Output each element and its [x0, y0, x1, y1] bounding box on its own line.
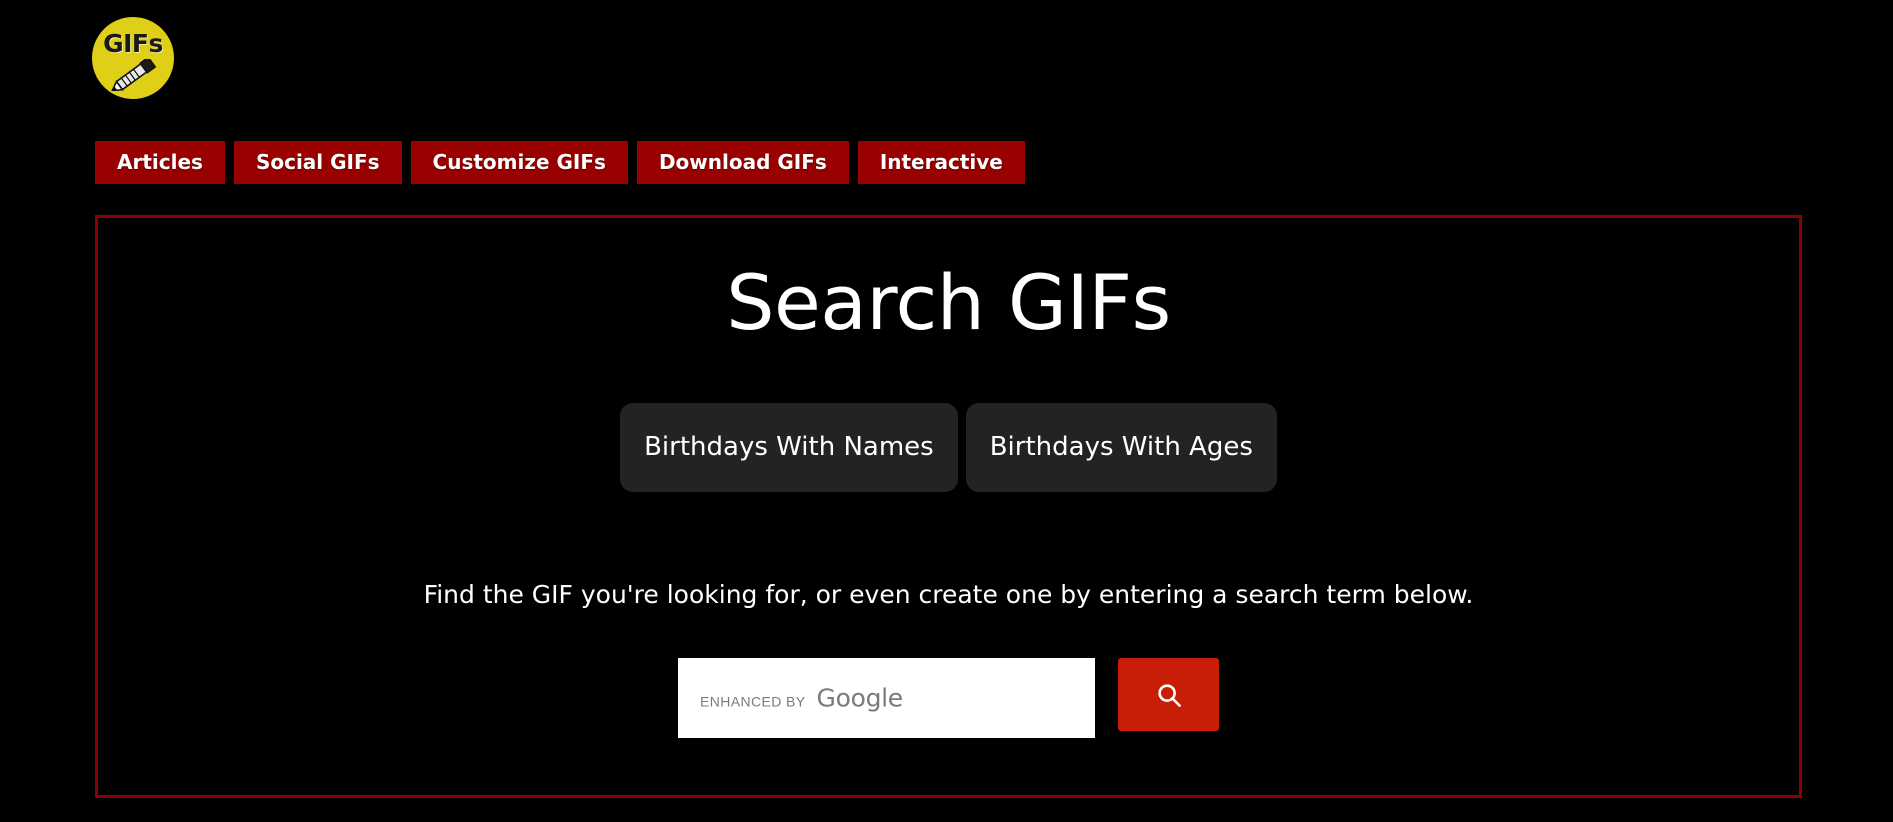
logo-label: GIFs: [103, 29, 163, 58]
search-input[interactable]: [678, 658, 1095, 738]
search-submit-button[interactable]: [1118, 658, 1219, 731]
page-root: GIFs Articles Social GIFs Customize GIFs…: [0, 0, 1893, 822]
logo-circle: GIFs: [92, 17, 174, 99]
pencil-icon: [110, 59, 157, 91]
nav-item-articles[interactable]: Articles: [95, 141, 225, 184]
nav-item-social-gifs[interactable]: Social GIFs: [233, 141, 402, 184]
nav-item-customize-gifs[interactable]: Customize GIFs: [410, 141, 628, 184]
site-logo[interactable]: GIFs: [92, 17, 174, 99]
search-panel: Search GIFs Birthdays With Names Birthda…: [95, 215, 1802, 798]
main-navigation: Articles Social GIFs Customize GIFs Down…: [95, 141, 1025, 184]
page-title: Search GIFs: [726, 258, 1171, 347]
pill-birthdays-with-names[interactable]: Birthdays With Names: [620, 403, 958, 492]
nav-item-interactive[interactable]: Interactive: [857, 141, 1025, 184]
search-description: Find the GIF you're looking for, or even…: [423, 580, 1474, 609]
quick-category-buttons: Birthdays With Names Birthdays With Ages: [98, 403, 1799, 492]
search-input-wrapper[interactable]: ENHANCED BY Google: [678, 658, 1095, 738]
pill-birthdays-with-ages[interactable]: Birthdays With Ages: [965, 403, 1277, 492]
search-form: ENHANCED BY Google: [98, 658, 1799, 738]
search-icon: [1157, 683, 1181, 707]
nav-item-download-gifs[interactable]: Download GIFs: [636, 141, 849, 184]
